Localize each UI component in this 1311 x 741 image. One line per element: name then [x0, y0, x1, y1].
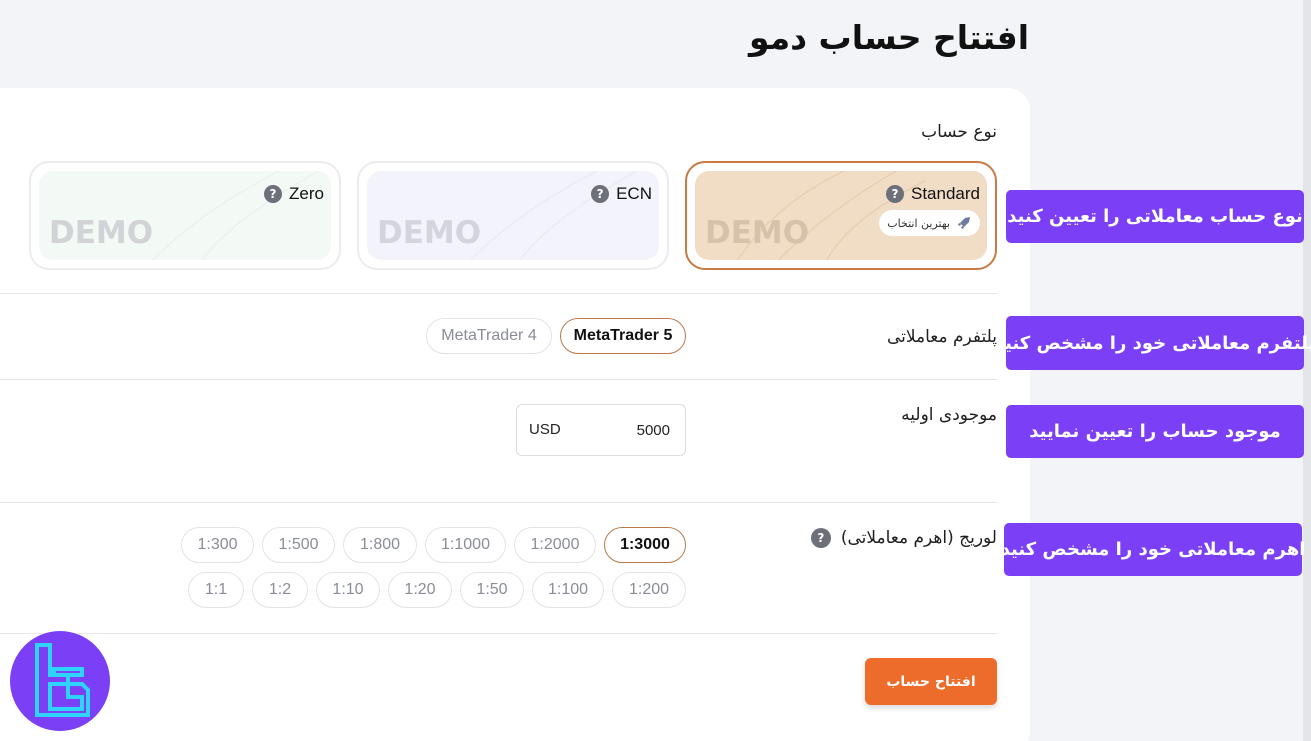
leverage-option[interactable]: 1:200	[612, 572, 686, 608]
account-name: Zero	[289, 184, 324, 203]
leverage-label: لوریج (اهرم معاملاتی)	[840, 528, 997, 548]
leverage-option[interactable]: 1:10	[316, 572, 380, 608]
platform-option-mt4[interactable]: MetaTrader 4	[426, 318, 552, 354]
account-card-zero[interactable]: DEMO ? Zero	[29, 161, 341, 270]
leverage-label-row: لوریج (اهرم معاملاتی) ?	[810, 528, 997, 548]
callout-account-type: نوع حساب معاملاتی را تعیین کنید	[1006, 190, 1304, 243]
account-name: ECN	[616, 184, 652, 203]
rocket-icon	[958, 217, 970, 229]
callout-leverage: اهرم معاملاتی خود را مشخص کنید	[1001, 523, 1305, 576]
leverage-option[interactable]: 1:2	[252, 572, 308, 608]
brand-logo	[10, 631, 110, 731]
logo-mark-icon	[35, 643, 90, 717]
scrollbar-track[interactable]	[1303, 0, 1311, 741]
leverage-option[interactable]: 1:500	[262, 527, 335, 563]
callout-platform: پلتفرم معاملاتی خود را مشخص کنید	[995, 316, 1311, 370]
divider	[0, 502, 997, 503]
leverage-option[interactable]: 1:300	[181, 527, 254, 563]
open-account-button[interactable]: افتتاح حساب	[865, 658, 997, 705]
leverage-option[interactable]: 1:50	[460, 572, 524, 608]
leverage-option[interactable]: 1:1	[188, 572, 244, 608]
balance-value: 5000	[636, 422, 670, 439]
account-name-row: ? Zero	[264, 184, 324, 204]
leverage-option[interactable]: 1:1000	[425, 527, 506, 563]
account-name: Standard	[911, 184, 980, 203]
account-name-row: ? ECN	[591, 184, 652, 204]
leverage-option[interactable]: 1:100	[532, 572, 604, 608]
demo-watermark: DEMO	[49, 215, 154, 251]
demo-watermark: DEMO	[705, 215, 810, 251]
best-choice-text: بهترین انتخاب	[887, 216, 950, 230]
account-card-standard[interactable]: DEMO ? Standard بهترین انتخاب	[685, 161, 997, 270]
leverage-option[interactable]: 1:3000	[604, 527, 686, 563]
divider	[0, 379, 997, 380]
balance-input[interactable]: USD 5000	[516, 404, 686, 456]
platform-option-mt5[interactable]: MetaTrader 5	[560, 318, 686, 354]
demo-watermark: DEMO	[377, 215, 482, 251]
help-icon[interactable]: ?	[886, 185, 904, 203]
callout-balance: موجود حساب را تعیین نمایید	[1006, 405, 1304, 458]
balance-label: موجودی اولیه	[901, 405, 997, 425]
account-type-label: نوع حساب	[921, 122, 997, 142]
best-choice-badge: بهترین انتخاب	[879, 210, 980, 236]
divider	[0, 633, 997, 634]
page-title: افتتاح حساب دمو	[749, 18, 1029, 57]
account-name-row: ? Standard	[886, 184, 980, 204]
leverage-option[interactable]: 1:800	[343, 527, 417, 563]
divider	[0, 293, 997, 294]
platform-label: پلتفرم معاملاتی	[886, 327, 997, 347]
currency-label: USD	[529, 421, 561, 438]
account-card-ecn[interactable]: DEMO ? ECN	[357, 161, 669, 270]
leverage-option[interactable]: 1:20	[388, 572, 452, 608]
leverage-option[interactable]: 1:2000	[514, 527, 596, 563]
help-icon[interactable]: ?	[264, 185, 283, 203]
help-icon[interactable]: ?	[591, 185, 610, 203]
help-icon[interactable]: ?	[810, 528, 831, 548]
